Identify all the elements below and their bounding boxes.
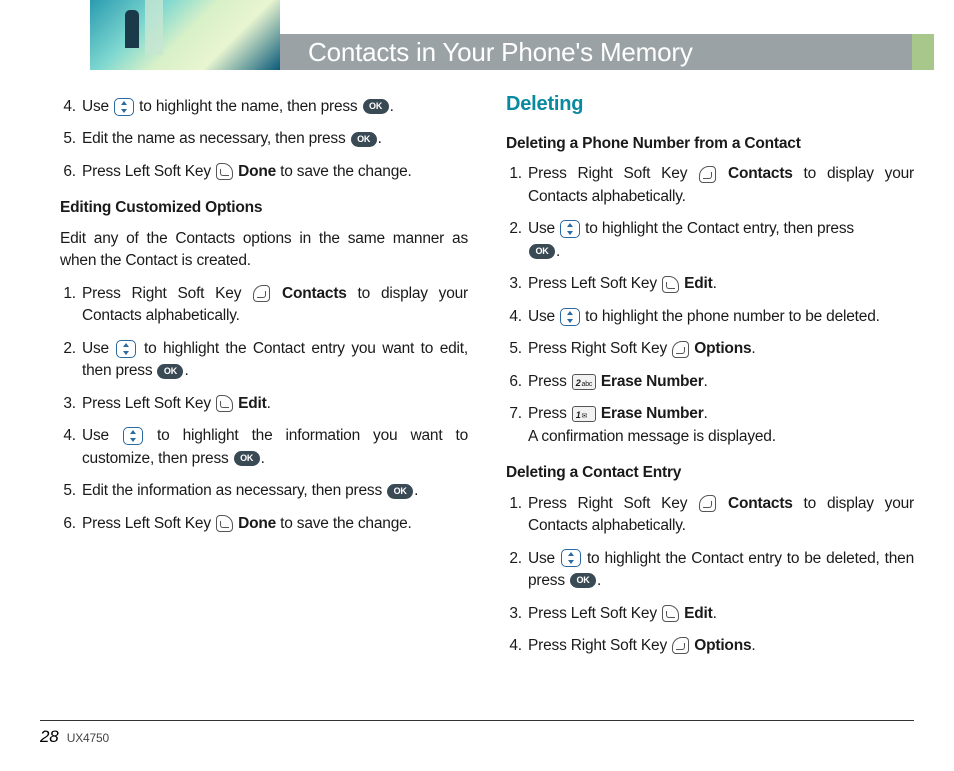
step-item: Edit the name as necessary, then press O…	[80, 128, 468, 150]
step-item: Press Right Soft Key Options.	[526, 635, 914, 657]
step-item: Press Left Soft Key Done to save the cha…	[80, 513, 468, 535]
nav-key-icon	[116, 340, 136, 358]
key-1-icon: 1✉	[572, 406, 596, 422]
step-item: Press Right Soft Key Contacts to display…	[526, 493, 914, 538]
right-soft-key-icon	[699, 166, 716, 183]
section-heading-deleting: Deleting	[506, 90, 914, 119]
step-item: Press Left Soft Key Edit.	[526, 273, 914, 295]
step-item: Use to highlight the Contact entry to be…	[526, 548, 914, 593]
right-soft-key-icon	[253, 285, 270, 302]
left-soft-key-icon	[662, 276, 679, 293]
delete-entry-steps: Press Right Soft Key Contacts to display…	[506, 493, 914, 658]
step-item: Press Left Soft Key Edit.	[80, 393, 468, 415]
content-area: Use to highlight the name, then press OK…	[60, 90, 914, 671]
step-item: Use to highlight the name, then press OK…	[80, 96, 468, 118]
title-bar: Contacts in Your Phone's Memory	[280, 34, 934, 70]
ok-key-icon: OK	[387, 484, 413, 499]
right-column: Deleting Deleting a Phone Number from a …	[506, 90, 914, 671]
step-item: Press Right Soft Key Options.	[526, 338, 914, 360]
subheading-editing-options: Editing Customized Options	[60, 197, 468, 219]
left-soft-key-icon	[216, 395, 233, 412]
page-number: 28	[40, 727, 59, 746]
footer-rule	[40, 720, 914, 721]
step-item: Use to highlight the Contact entry, then…	[526, 218, 914, 263]
nav-key-icon	[114, 98, 134, 116]
right-soft-key-icon	[699, 495, 716, 512]
key-2-icon: 2abc	[572, 374, 596, 390]
ok-key-icon: OK	[363, 99, 389, 114]
header-photo	[90, 0, 280, 70]
nav-key-icon	[560, 308, 580, 326]
step-item: Press 1✉ Erase Number.A confirmation mes…	[526, 403, 914, 448]
page-title: Contacts in Your Phone's Memory	[280, 37, 693, 68]
model-number: UX4750	[67, 731, 109, 745]
editing-options-steps: Press Right Soft Key Contacts to display…	[60, 283, 468, 535]
ok-key-icon: OK	[570, 573, 596, 588]
step-item: Press Right Soft Key Contacts to display…	[526, 163, 914, 208]
footer: 28 UX4750	[40, 720, 914, 747]
step-item: Press Left Soft Key Done to save the cha…	[80, 161, 468, 183]
left-soft-key-icon	[662, 605, 679, 622]
header-stripe: Contacts in Your Phone's Memory	[280, 0, 934, 70]
step-item: Use to highlight the information you wan…	[80, 425, 468, 470]
section-tab	[912, 34, 934, 70]
left-soft-key-icon	[216, 515, 233, 532]
ok-key-icon: OK	[529, 244, 555, 259]
continued-steps: Use to highlight the name, then press OK…	[60, 96, 468, 183]
nav-key-icon	[561, 549, 581, 567]
nav-key-icon	[123, 427, 143, 445]
paragraph: Edit any of the Contacts options in the …	[60, 228, 468, 273]
step-item: Use to highlight the phone number to be …	[526, 306, 914, 328]
step-item: Edit the information as necessary, then …	[80, 480, 468, 502]
step-item: Press Left Soft Key Edit.	[526, 603, 914, 625]
step-item: Press Right Soft Key Contacts to display…	[80, 283, 468, 328]
nav-key-icon	[560, 220, 580, 238]
ok-key-icon: OK	[234, 451, 260, 466]
delete-number-steps: Press Right Soft Key Contacts to display…	[506, 163, 914, 448]
step-item: Use to highlight the Contact entry you w…	[80, 338, 468, 383]
left-soft-key-icon	[216, 163, 233, 180]
subheading-delete-number: Deleting a Phone Number from a Contact	[506, 133, 914, 155]
left-column: Use to highlight the name, then press OK…	[60, 90, 468, 671]
step-item: Press 2abc Erase Number.	[526, 371, 914, 393]
header-banner: Contacts in Your Phone's Memory	[0, 0, 934, 70]
right-soft-key-icon	[672, 341, 689, 358]
ok-key-icon: OK	[351, 132, 377, 147]
subheading-delete-entry: Deleting a Contact Entry	[506, 462, 914, 484]
ok-key-icon: OK	[157, 364, 183, 379]
right-soft-key-icon	[672, 637, 689, 654]
